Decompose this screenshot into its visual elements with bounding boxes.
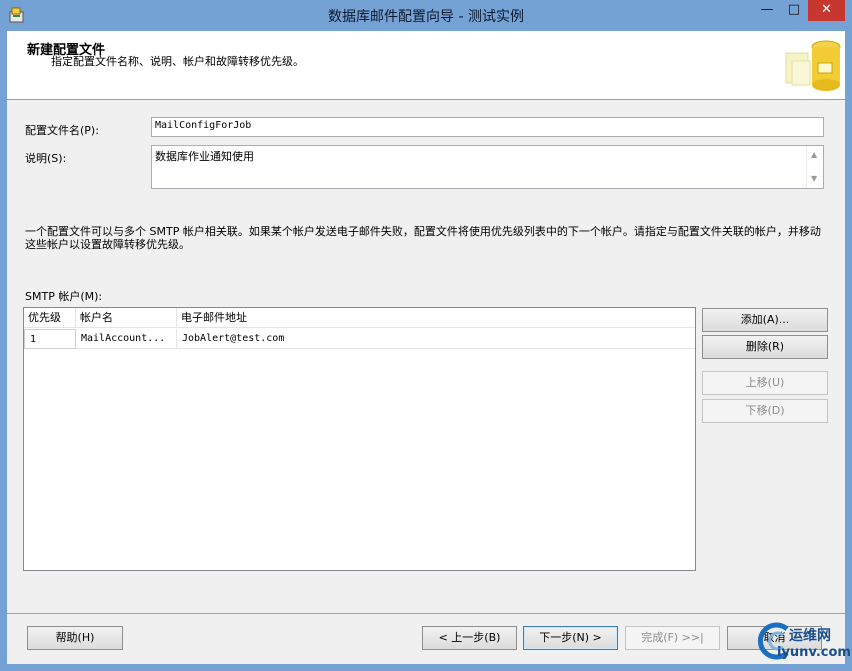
close-button[interactable]: ✕ (808, 0, 845, 21)
smtp-accounts-label: SMTP 帐户(M): (25, 290, 103, 303)
cell-account[interactable]: MailAccount... (76, 329, 177, 349)
cell-email[interactable]: JobAlert@test.com (177, 329, 695, 349)
remove-account-button[interactable]: 删除(R) (702, 335, 828, 359)
column-header-email[interactable]: 电子邮件地址 (177, 308, 695, 328)
scroll-down-icon[interactable]: ▼ (811, 174, 817, 183)
move-up-button[interactable]: 上移(U) (702, 371, 828, 395)
description-input[interactable]: 数据库作业通知使用 ▲ ▼ (151, 145, 824, 189)
back-button[interactable]: < 上一步(B) (422, 626, 517, 650)
dialog-client-area: 新建配置文件 指定配置文件名称、说明、帐户和故障转移优先级。 配置文件名(P):… (7, 31, 851, 665)
column-header-priority[interactable]: 优先级 (24, 308, 76, 328)
scroll-up-icon[interactable]: ▲ (811, 150, 817, 159)
site-watermark: 运维网 iyunv.com (757, 621, 851, 665)
maximize-button[interactable]: □ (781, 0, 807, 21)
title-bar: 数据库邮件配置向导 - 测试实例 — □ ✕ (0, 0, 852, 30)
grid-header: 优先级 帐户名 电子邮件地址 (24, 308, 695, 328)
smtp-accounts-grid[interactable]: 优先级 帐户名 电子邮件地址 1 MailAccount... JobAlert… (23, 307, 696, 571)
watermark-text-cn: 运维网 (789, 628, 831, 644)
description-label: 说明(S): (25, 152, 67, 165)
finish-button[interactable]: 完成(F) >>| (625, 626, 720, 650)
minimize-button[interactable]: — (754, 0, 780, 21)
add-account-button[interactable]: 添加(A)... (702, 308, 828, 332)
table-row[interactable]: 1 MailAccount... JobAlert@test.com (24, 329, 695, 349)
cell-priority[interactable]: 1 (24, 329, 76, 349)
footer-divider (7, 613, 845, 614)
move-down-button[interactable]: 下移(D) (702, 399, 828, 423)
description-text: 数据库作业通知使用 (155, 150, 254, 163)
info-text: 一个配置文件可以与多个 SMTP 帐户相关联。如果某个帐户发送电子邮件失败，配置… (25, 225, 821, 251)
profile-name-input[interactable]: MailConfigForJob (151, 117, 824, 137)
help-button[interactable]: 帮助(H) (27, 626, 123, 650)
next-button[interactable]: 下一步(N) > (523, 626, 618, 650)
database-mail-icon (785, 40, 841, 91)
column-header-account[interactable]: 帐户名 (76, 308, 177, 328)
profile-name-label: 配置文件名(P): (25, 124, 99, 137)
page-subtitle: 指定配置文件名称、说明、帐户和故障转移优先级。 (51, 55, 304, 68)
description-scrollbar[interactable]: ▲ ▼ (806, 146, 823, 188)
watermark-text-en: iyunv.com (777, 645, 851, 660)
wizard-header: 新建配置文件 指定配置文件名称、说明、帐户和故障转移优先级。 (7, 31, 845, 100)
window-title: 数据库邮件配置向导 - 测试实例 (328, 9, 524, 25)
